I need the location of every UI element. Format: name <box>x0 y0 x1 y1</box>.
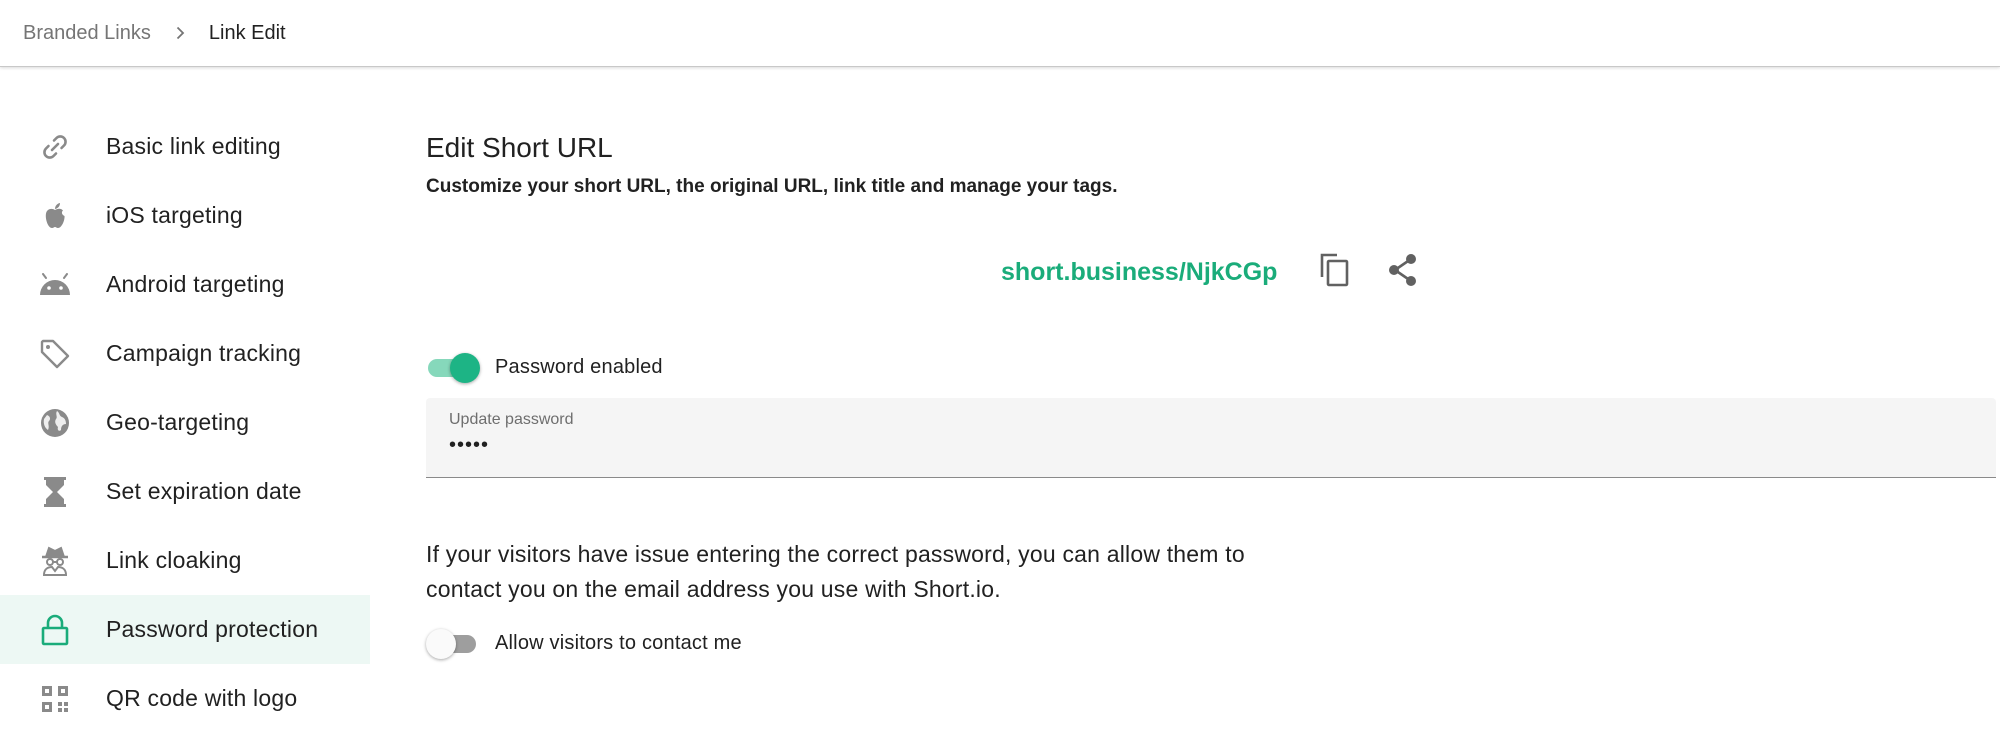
sidebar: Basic link editing iOS targeting Android… <box>0 112 370 733</box>
password-enabled-toggle[interactable] <box>426 352 480 383</box>
lock-icon <box>38 613 72 647</box>
sidebar-item-label: Geo-targeting <box>106 409 250 435</box>
sidebar-item-qr-code-with-logo[interactable]: QR code with logo <box>0 664 370 733</box>
top-bar: Branded Links Link Edit <box>0 0 2000 67</box>
allow-contact-toggle[interactable] <box>426 628 480 659</box>
sidebar-item-label: iOS targeting <box>106 202 243 228</box>
link-icon <box>38 130 72 164</box>
password-enabled-label: Password enabled <box>495 356 663 378</box>
sidebar-item-label: Link cloaking <box>106 547 242 573</box>
hourglass-icon <box>38 475 72 509</box>
sidebar-item-link-cloaking[interactable]: Link cloaking <box>0 526 370 595</box>
chevron-right-icon <box>167 20 193 46</box>
sidebar-item-label: Set expiration date <box>106 478 302 504</box>
update-password-label: Update password <box>449 411 574 428</box>
sidebar-item-label: Basic link editing <box>106 133 281 159</box>
short-url-link[interactable]: short.business/NjkCGp <box>1001 258 1277 287</box>
sidebar-item-label: QR code with logo <box>106 685 298 711</box>
password-input[interactable]: ••••• <box>449 434 1949 457</box>
toggle-thumb <box>450 353 480 383</box>
apple-icon <box>38 199 72 233</box>
breadcrumb-branded-links[interactable]: Branded Links <box>23 22 151 45</box>
sidebar-item-geo-targeting[interactable]: Geo-targeting <box>0 388 370 457</box>
sidebar-item-password-protection[interactable]: Password protection <box>0 595 370 664</box>
globe-icon <box>38 406 72 440</box>
android-icon <box>38 268 72 302</box>
share-button[interactable] <box>1383 252 1423 292</box>
qr-code-icon <box>38 682 72 716</box>
allow-contact-label: Allow visitors to contact me <box>495 632 742 654</box>
sidebar-item-label: Password protection <box>106 616 319 642</box>
contact-info-text: If your visitors have issue entering the… <box>426 541 1245 602</box>
sidebar-item-android-targeting[interactable]: Android targeting <box>0 250 370 319</box>
sidebar-item-basic-link-editing[interactable]: Basic link editing <box>0 112 370 181</box>
sidebar-item-ios-targeting[interactable]: iOS targeting <box>0 181 370 250</box>
sidebar-item-set-expiration-date[interactable]: Set expiration date <box>0 457 370 526</box>
share-icon <box>1387 253 1419 292</box>
sidebar-item-label: Android targeting <box>106 271 285 297</box>
page-title: Edit Short URL <box>426 132 613 163</box>
copy-button[interactable] <box>1314 252 1354 292</box>
toggle-thumb <box>426 629 456 659</box>
breadcrumb: Branded Links Link Edit <box>23 20 286 46</box>
sidebar-item-campaign-tracking[interactable]: Campaign tracking <box>0 319 370 388</box>
breadcrumb-current: Link Edit <box>208 21 286 44</box>
tag-icon <box>38 337 72 371</box>
sidebar-item-label: Campaign tracking <box>106 340 302 366</box>
update-password-field[interactable]: Update password ••••• <box>426 398 1996 478</box>
copy-icon <box>1317 252 1351 293</box>
page-subtitle: Customize your short URL, the original U… <box>426 176 1118 197</box>
incognito-icon <box>38 544 72 578</box>
